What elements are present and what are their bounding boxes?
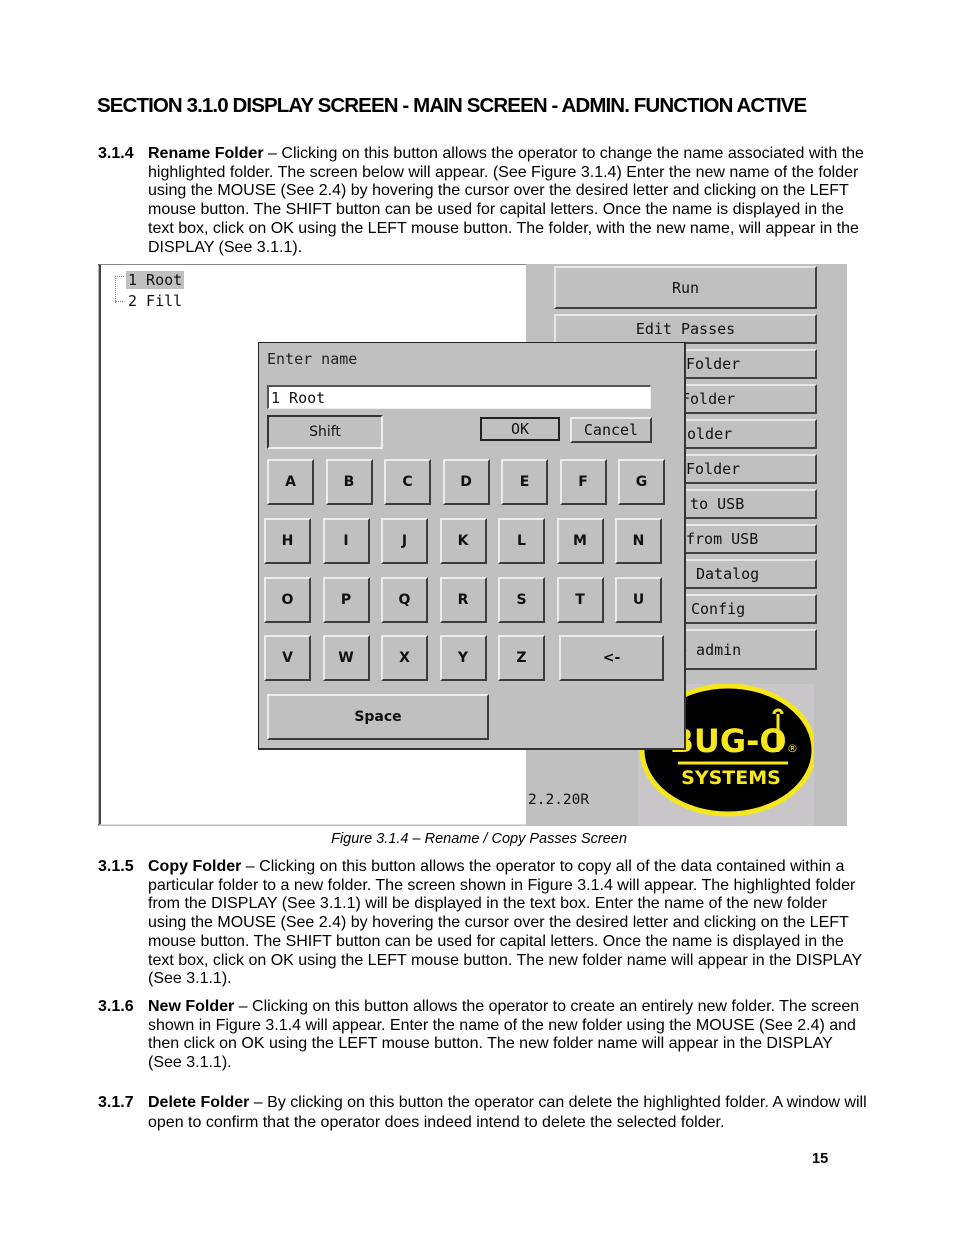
screenshot-figure: 1 Root 2 Fill Run Edit Passes Folder Fol… [98, 264, 847, 826]
paragraph-number: 3.1.5 [98, 858, 134, 875]
key-p[interactable]: P [322, 577, 370, 623]
shift-button[interactable]: Shift [267, 415, 383, 449]
paragraph-text: – Clicking on this button allows the ope… [148, 998, 860, 1072]
key-v[interactable]: V [264, 635, 311, 681]
logo-sub-text: SYSTEMS [681, 767, 781, 789]
key-k[interactable]: K [439, 518, 487, 564]
key-y[interactable]: Y [439, 635, 487, 681]
key-h[interactable]: H [264, 518, 311, 564]
paragraph-term: Copy Folder [148, 858, 242, 875]
key-t[interactable]: T [556, 577, 604, 623]
key-n[interactable]: N [615, 518, 662, 564]
version-label: 2.2.20R [528, 792, 590, 808]
key-j[interactable]: J [381, 518, 428, 564]
paragraph-number: 3.1.7 [98, 1094, 134, 1111]
paragraph-rename-folder: 3.1.4 Rename Folder – Clicking on this b… [98, 145, 868, 257]
registered-mark: ® [787, 742, 798, 755]
key-g[interactable]: G [618, 459, 665, 505]
key-i[interactable]: I [322, 518, 370, 564]
key-u[interactable]: U [615, 577, 662, 623]
key-s[interactable]: S [498, 577, 545, 623]
key-z[interactable]: Z [498, 635, 545, 681]
paragraph-delete-folder: 3.1.7 Delete Folder – By clicking on thi… [98, 1093, 868, 1133]
key-l[interactable]: L [498, 518, 545, 564]
tree-item-root[interactable]: 1 Root [126, 271, 185, 289]
page-number: 15 [812, 1151, 829, 1167]
run-button[interactable]: Run [554, 266, 817, 309]
key-d[interactable]: D [442, 459, 490, 505]
paragraph-number: 3.1.4 [98, 145, 134, 162]
key-w[interactable]: W [322, 635, 370, 681]
key-f[interactable]: F [559, 459, 607, 505]
key-e[interactable]: E [501, 459, 548, 505]
logo-main-text: BUG-O [669, 722, 786, 760]
paragraph-term: Delete Folder [148, 1094, 250, 1111]
paragraph-text: – By clicking on this button the operato… [148, 1094, 867, 1131]
tree-connector [115, 276, 124, 303]
paragraph-number: 3.1.6 [98, 998, 134, 1015]
key-m[interactable]: M [556, 518, 604, 564]
space-button[interactable]: Space [267, 694, 489, 740]
paragraph-new-folder: 3.1.6 New Folder – Clicking on this butt… [98, 998, 868, 1073]
folder-name-input[interactable] [267, 385, 651, 409]
edit-passes-button[interactable]: Edit Passes [554, 314, 817, 344]
key-o[interactable]: O [264, 577, 311, 623]
key-a[interactable]: A [267, 459, 314, 505]
key-b[interactable]: B [325, 459, 373, 505]
key-x[interactable]: X [381, 635, 428, 681]
enter-name-dialog: Enter name Shift OK Cancel ABCDEFG HIJKLM… [258, 342, 686, 750]
paragraph-term: New Folder [148, 998, 235, 1015]
paragraph-term: Rename Folder [148, 145, 264, 162]
key-r[interactable]: R [439, 577, 487, 623]
dialog-title: Enter name [267, 350, 358, 368]
section-title: SECTION 3.1.0 DISPLAY SCREEN - MAIN SCRE… [97, 94, 807, 117]
tree-connector [115, 301, 123, 302]
figure-caption: Figure 3.1.4 – Rename / Copy Passes Scre… [331, 831, 627, 847]
cancel-button[interactable]: Cancel [570, 417, 652, 443]
backspace-button[interactable]: <- [559, 635, 664, 681]
key-c[interactable]: C [384, 459, 431, 505]
paragraph-text: – Clicking on this button allows the ope… [148, 858, 862, 988]
key-q[interactable]: Q [381, 577, 428, 623]
paragraph-copy-folder: 3.1.5 Copy Folder – Clicking on this but… [98, 858, 868, 989]
ok-button[interactable]: OK [480, 417, 560, 441]
tree-item-fill[interactable]: 2 Fill [126, 292, 184, 310]
